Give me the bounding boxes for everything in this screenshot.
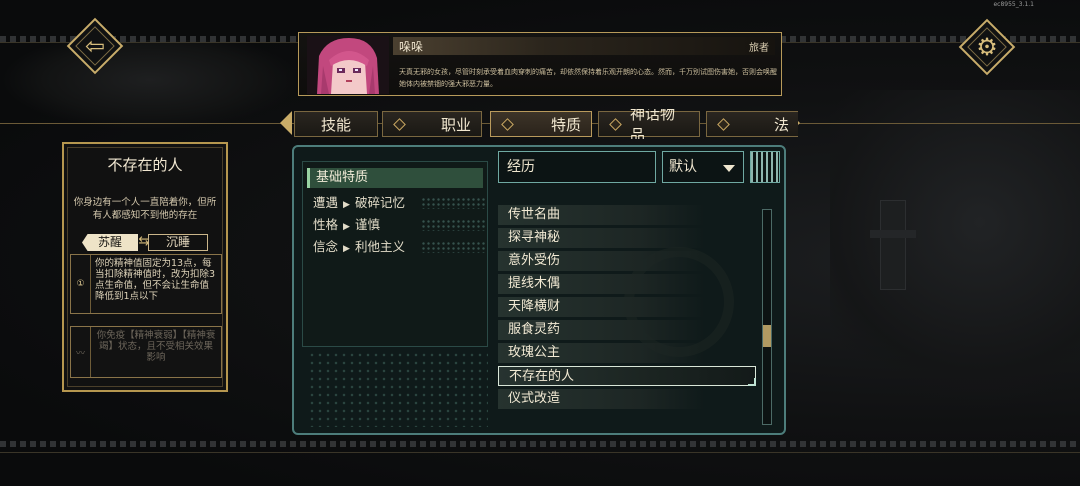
tab-label: 职业 <box>440 115 471 134</box>
tab-bar: 技能 职业 特质 神话物品 法 <box>282 109 798 139</box>
background-pillar-top <box>870 230 916 238</box>
background-pillar <box>880 200 906 290</box>
tab-traits[interactable]: 特质 <box>490 111 592 137</box>
back-arrow-icon: ⇦ <box>84 32 106 60</box>
effect-text: 你的精神值固定为13点，每当扣除精神值时，改为扣除3点生命值，但不会让生命值降低… <box>95 258 216 302</box>
dot-pattern <box>421 197 487 209</box>
trait-list-column: 经历 默认 传世名曲探寻神秘意外受伤提线木偶天降横财服食灵药玫瑰公主不存在的人仪… <box>494 147 782 433</box>
basic-trait-row-belief[interactable]: 信念 ▶ 利他主义 <box>313 238 489 256</box>
trait-list-item[interactable]: 探寻神秘 <box>498 228 756 248</box>
chevron-down-icon <box>723 165 735 172</box>
tab-spells[interactable]: 法 <box>706 111 798 137</box>
basic-trait-row-encounter[interactable]: 遭遇 ▶ 破碎记忆 <box>313 194 489 212</box>
background-tree <box>830 90 1080 420</box>
character-card: 哚哚 旅者 天真无邪的女孩，尽管时刻承受着血肉穿刺的痛苦，却依然保持着乐观开朗的… <box>298 32 782 96</box>
trait-list-item[interactable]: 传世名曲 <box>498 205 756 225</box>
diamond-icon <box>609 117 622 131</box>
bg-dash-band <box>0 441 1080 447</box>
tab-label: 神话物品 <box>630 109 676 139</box>
character-name: 哚哚 <box>399 40 424 54</box>
triangle-right-icon: ▶ <box>343 222 350 232</box>
tab-label: 技能 <box>320 115 351 134</box>
row-key: 性格 <box>313 217 339 232</box>
triangle-right-icon: ▶ <box>343 244 350 254</box>
character-description: 天真无邪的女孩，尽管时刻承受着血肉穿刺的痛苦，却依然保持着乐观开朗的心态。然而，… <box>399 68 777 88</box>
basic-traits-column: 基础特质 遭遇 ▶ 破碎记忆 性格 ▶ 谨慎 信念 ▶ 利他主义 <box>302 161 488 427</box>
trait-list-item[interactable]: 玫瑰公主 <box>498 343 756 363</box>
trait-list-item[interactable]: 意外受伤 <box>498 251 756 271</box>
effect-number-icon: ① <box>71 255 91 313</box>
dot-pattern <box>421 241 487 253</box>
row-key: 遭遇 <box>313 195 339 210</box>
trait-effect-1: ① 你的精神值固定为13点，每当扣除精神值时，改为扣除3点生命值，但不会让生命值… <box>70 254 222 314</box>
trait-description: 你身边有一个人一直陪着你，但所有人都感知不到他的存在 <box>73 197 217 221</box>
diamond-icon <box>501 117 514 131</box>
traits-panel: 基础特质 遭遇 ▶ 破碎记忆 性格 ▶ 谨慎 信念 ▶ 利他主义 经历 默认 传世名曲探寻神… <box>292 145 786 435</box>
settings-button[interactable]: ⚙ <box>958 18 1016 76</box>
sort-value: 默认 <box>669 159 697 175</box>
row-key: 信念 <box>313 239 339 254</box>
version-label: ec8955_3.1.1 <box>993 1 1034 8</box>
trait-list-item[interactable]: 仪式改造 <box>498 389 756 409</box>
category-filter[interactable]: 经历 <box>498 151 656 183</box>
trait-title: 不存在的人 <box>107 156 183 174</box>
diamond-icon <box>393 117 406 131</box>
row-value: 破碎记忆 <box>354 195 405 210</box>
trait-list-item[interactable]: 提线木偶 <box>498 274 756 294</box>
diamond-icon <box>717 117 730 131</box>
row-value: 谨慎 <box>354 217 380 232</box>
background-ornament <box>0 40 300 130</box>
trait-list-scrollbar[interactable] <box>762 209 772 425</box>
trait-effect-2: 〰 你免疫【精神衰弱】【精神衰竭】状态，且不受相关效果影响 <box>70 326 222 378</box>
triangle-right-icon: ▶ <box>343 200 350 210</box>
basic-traits-header: 基础特质 <box>307 168 483 188</box>
trait-list-item[interactable]: 不存在的人 <box>498 366 756 386</box>
back-button[interactable]: ⇦ <box>66 17 124 75</box>
sort-dropdown[interactable]: 默认 <box>662 151 744 183</box>
gear-icon: ⚙ <box>976 33 998 61</box>
mode-awake[interactable]: 苏醒 <box>82 234 138 251</box>
view-toggle-button[interactable] <box>750 151 780 183</box>
scrollbar-thumb[interactable] <box>763 325 771 347</box>
trait-list-item[interactable]: 服食灵药 <box>498 320 756 340</box>
effect-wave-icon: 〰 <box>71 327 91 377</box>
bg-line <box>0 452 1080 453</box>
character-tag: 旅者 <box>749 43 769 54</box>
tab-profession[interactable]: 职业 <box>382 111 482 137</box>
row-value: 利他主义 <box>354 239 405 254</box>
basic-traits-screen: 基础特质 遭遇 ▶ 破碎记忆 性格 ▶ 谨慎 信念 ▶ 利他主义 <box>302 161 488 347</box>
trait-detail-card: 不存在的人 你身边有一个人一直陪着你，但所有人都感知不到他的存在 苏醒 ⇆ 沉睡… <box>62 142 228 392</box>
mode-sleep[interactable]: 沉睡 <box>148 234 208 251</box>
effect-text: 你免疫【精神衰弱】【精神衰竭】状态，且不受相关效果影响 <box>96 330 216 363</box>
trait-list-item[interactable]: 天降横财 <box>498 297 756 317</box>
basic-trait-row-personality[interactable]: 性格 ▶ 谨慎 <box>313 216 489 234</box>
trait-list: 传世名曲探寻神秘意外受伤提线木偶天降横财服食灵药玫瑰公主不存在的人仪式改造 <box>498 205 758 431</box>
tab-label: 特质 <box>550 115 581 134</box>
tab-skills[interactable]: 技能 <box>294 111 378 137</box>
trait-mode-toggle[interactable]: 苏醒 ⇆ 沉睡 <box>82 232 208 252</box>
dot-pattern <box>421 219 487 231</box>
tab-label: 法 <box>774 115 790 134</box>
character-namebar: 哚哚 旅者 <box>393 37 775 55</box>
tab-mythic-items[interactable]: 神话物品 <box>598 109 700 139</box>
dot-grid-decoration <box>308 351 488 427</box>
character-portrait <box>307 36 389 94</box>
